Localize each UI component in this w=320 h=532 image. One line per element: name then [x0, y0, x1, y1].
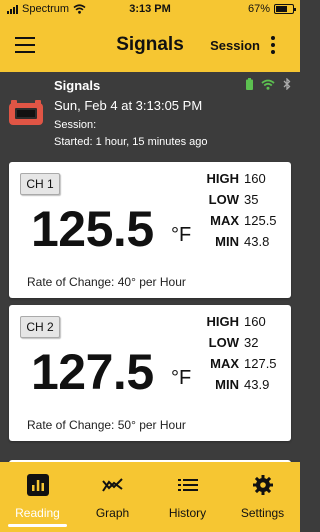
session-started: Started: 1 hour, 15 minutes ago [54, 136, 208, 148]
stat-value: 35 [244, 192, 259, 207]
stat-value: 32 [244, 335, 259, 350]
stat-value: 160 [244, 171, 266, 186]
stat-max: MAX 125.5 [201, 213, 285, 234]
tab-label: History [168, 506, 207, 520]
channel-card-1[interactable]: CH 1 125.5 °F Rate of Change: 40° per Ho… [9, 162, 291, 298]
stat-label: MAX [210, 213, 239, 228]
rate-of-change: Rate of Change: 40° per Hour [27, 275, 186, 289]
stat-high: HIGH 160 [201, 314, 285, 335]
tab-graph[interactable]: Graph [75, 462, 150, 532]
tab-label: Settings [240, 506, 285, 520]
stat-value: 127.5 [244, 356, 277, 371]
channel-badge: CH 2 [20, 316, 60, 338]
channel-list[interactable]: CH 1 125.5 °F Rate of Change: 40° per Ho… [0, 160, 300, 462]
bar-chart-icon [26, 474, 49, 496]
device-name: Signals [54, 78, 101, 93]
list-icon [177, 474, 199, 496]
stat-min: MIN 43.8 [201, 234, 285, 255]
temperature-unit: °F [171, 367, 192, 389]
tab-label: Reading [15, 506, 60, 520]
device-status-icons [246, 78, 291, 90]
stat-max: MAX 127.5 [201, 356, 285, 377]
battery-percent: 67% [247, 3, 270, 15]
stat-value: 125.5 [244, 213, 277, 228]
wifi-icon [261, 79, 275, 90]
nav-bar: Signals Session [0, 20, 300, 72]
session-label: Session: [54, 119, 97, 131]
gear-icon [252, 474, 274, 496]
temperature-unit: °F [171, 224, 192, 246]
device-info-panel: Signals Sun, Feb 4 at 3:13:05 PM Session… [0, 72, 300, 158]
thermometer-device-icon [9, 100, 43, 125]
stat-value: 43.8 [244, 234, 270, 249]
status-bar: Spectrum 3:13 PM 67% [0, 0, 300, 20]
alarm-stats: HIGH 160 LOW 35 MAX 125.5 MIN 43.8 [201, 171, 285, 255]
tab-bar: Reading Graph History Settings [0, 462, 300, 532]
stat-label: MIN [215, 377, 239, 392]
channel-badge: CH 1 [20, 173, 60, 195]
channel-card-2[interactable]: CH 2 127.5 °F Rate of Change: 50° per Ho… [9, 305, 291, 441]
device-date: Sun, Feb 4 at 3:13:05 PM [54, 98, 203, 113]
stat-label: LOW [208, 192, 239, 207]
stat-low: LOW 35 [201, 192, 285, 213]
stat-label: LOW [208, 335, 239, 350]
line-graph-icon [101, 474, 124, 496]
status-right: 67% [247, 3, 296, 15]
alarm-stats: HIGH 160 LOW 32 MAX 127.5 MIN 43.9 [201, 314, 285, 398]
session-button[interactable]: Session [210, 38, 260, 53]
tab-settings[interactable]: Settings [225, 462, 300, 532]
bluetooth-icon [283, 78, 291, 90]
stat-label: MIN [215, 234, 239, 249]
stat-low: LOW 32 [201, 335, 285, 356]
tab-history[interactable]: History [150, 462, 225, 532]
battery-icon [274, 4, 296, 14]
stat-high: HIGH 160 [201, 171, 285, 192]
rate-of-change: Rate of Change: 50° per Hour [27, 418, 186, 432]
stat-min: MIN 43.9 [201, 377, 285, 398]
hamburger-menu-icon[interactable] [15, 37, 35, 53]
tab-label: Graph [95, 506, 130, 520]
stat-label: HIGH [206, 314, 240, 329]
temperature-reading: 125.5 [31, 201, 154, 257]
tab-reading[interactable]: Reading [0, 462, 75, 532]
battery-icon [246, 78, 253, 90]
stat-label: MAX [210, 356, 239, 371]
stat-label: HIGH [206, 171, 240, 186]
more-options-icon[interactable] [270, 36, 276, 54]
temperature-reading: 127.5 [31, 344, 154, 400]
stat-value: 43.9 [244, 377, 270, 392]
stat-value: 160 [244, 314, 266, 329]
